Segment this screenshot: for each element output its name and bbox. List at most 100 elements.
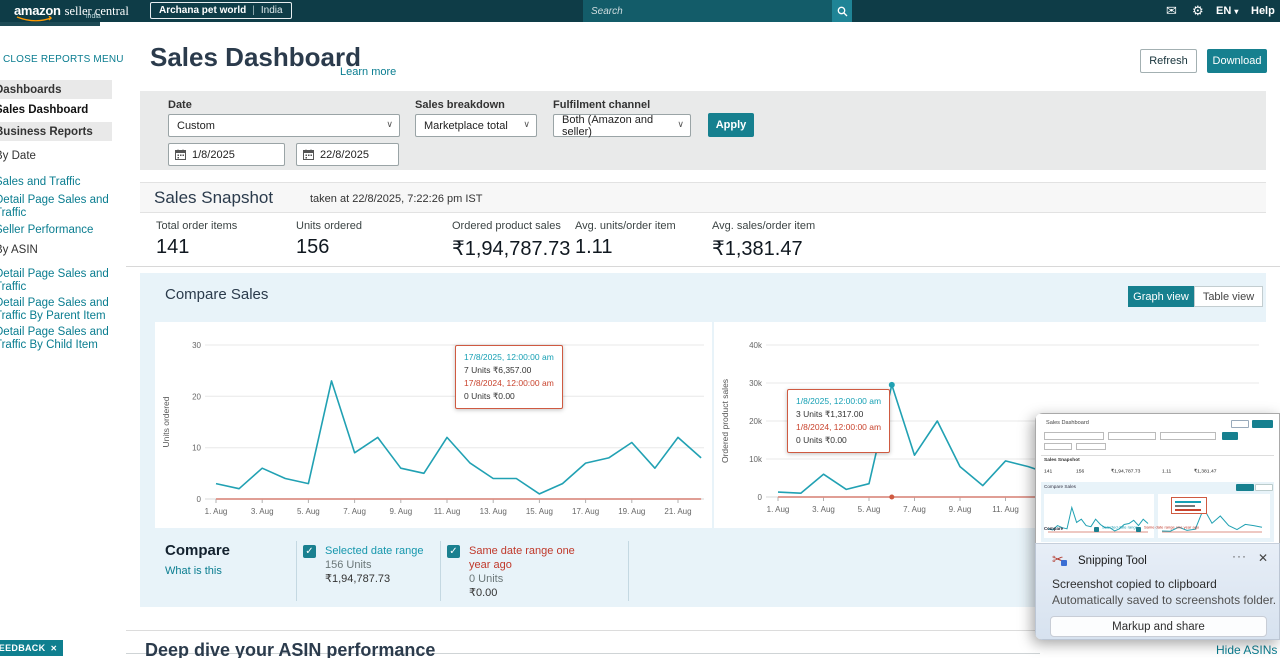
sales-breakdown-select[interactable]: Marketplace total ∨ — [415, 114, 537, 137]
date-from-value: 1/8/2025 — [192, 149, 235, 161]
x-tick-label: 17. Aug — [572, 507, 599, 516]
metric-value: ₹1,381.47 — [712, 236, 815, 261]
chart-tooltip: 17/8/2025, 12:00:00 am 7 Units ₹6,357.00… — [455, 345, 563, 409]
sidebar-item-detail-page-sales-traffic-asin[interactable]: Detail Page Sales and Traffic — [0, 268, 113, 294]
search-button[interactable] — [832, 0, 852, 22]
metric-label: Avg. sales/order item — [712, 220, 815, 232]
thumb-legend-item: Same date range one year ago — [1144, 525, 1199, 530]
date-range-select[interactable]: Custom ∨ — [168, 114, 400, 137]
thumb-chart-right — [1158, 494, 1270, 538]
date-from-input[interactable]: 1/8/2025 — [168, 143, 285, 166]
sales-breakdown-value: Marketplace total — [424, 120, 508, 132]
metric-value: 156 — [296, 236, 362, 259]
thumb-metric: 1.11 — [1162, 468, 1171, 474]
screenshot-thumbnail[interactable]: Sales Dashboard Sales Snapshot 141 156 ₹… — [1035, 413, 1280, 543]
x-tick-label: 11. Aug — [992, 505, 1019, 514]
section-divider — [126, 266, 1280, 267]
thumb-filter-select — [1160, 432, 1216, 440]
sidebar-section-dashboards: Dashboards — [0, 80, 112, 99]
notification-title: Screenshot copied to clipboard — [1052, 577, 1217, 591]
metric-value: 1.11 — [575, 236, 676, 259]
tooltip-value-current: 7 Units ₹6,357.00 — [464, 364, 554, 377]
sidebar-item-detail-page-parent-item[interactable]: Detail Page Sales and Traffic By Parent … — [0, 297, 113, 323]
settings-gear-icon[interactable]: ⚙ — [1192, 0, 1204, 22]
x-tick-label: 7. Aug — [903, 505, 926, 514]
y-tick-label: 0 — [197, 495, 202, 504]
refresh-button[interactable]: Refresh — [1140, 49, 1197, 73]
fulfilment-channel-select[interactable]: Both (Amazon and seller) ∨ — [553, 114, 691, 137]
compare-sales-title: Compare Sales — [165, 286, 268, 303]
sidebar-item-sales-dashboard[interactable]: Sales Dashboard — [0, 104, 113, 117]
download-button[interactable]: Download — [1207, 49, 1267, 73]
what-is-this-link[interactable]: What is this — [165, 565, 222, 577]
more-options-icon[interactable]: ··· — [1232, 549, 1247, 563]
snipping-tool-app-name: Snipping Tool — [1078, 555, 1147, 567]
tooltip-date-current: 17/8/2025, 12:00:00 am — [464, 351, 554, 364]
date-range-value: Custom — [177, 120, 215, 132]
section-header-label: Business Reports — [0, 126, 93, 138]
language-selector[interactable]: EN ▾ — [1216, 0, 1238, 22]
markup-and-share-button[interactable]: Markup and share — [1050, 616, 1267, 637]
thumb-download-button — [1252, 420, 1273, 428]
legend-selected-range-amount: ₹1,94,787.73 — [325, 572, 390, 586]
date-filter-label: Date — [168, 99, 192, 111]
x-tick-label: 1. Aug — [205, 507, 228, 516]
thumb-metric: ₹1,381.47 — [1194, 468, 1216, 474]
table-view-button[interactable]: Table view — [1194, 286, 1263, 307]
app-root: amazon seller central india Archana pet … — [0, 0, 1280, 658]
close-icon[interactable]: ✕ — [1258, 551, 1268, 565]
thumb-filter-select — [1108, 432, 1156, 440]
help-link[interactable]: Help — [1251, 0, 1275, 22]
mail-icon[interactable]: ✉ — [1166, 0, 1177, 22]
sidebar-item-detail-page-sales-traffic[interactable]: Detail Page Sales and Traffic — [0, 194, 113, 220]
sales-snapshot-header: Sales Snapshot taken at 22/8/2025, 7:22:… — [140, 182, 1266, 213]
x-tick-label: 3. Aug — [251, 507, 274, 516]
y-tick-label: 30 — [192, 341, 201, 350]
thumb-refresh-button — [1231, 420, 1249, 428]
reports-sidebar: CLOSE REPORTS MENU Dashboards Sales Dash… — [0, 26, 126, 658]
sales-snapshot-title: Sales Snapshot — [154, 188, 273, 208]
thumb-checkbox — [1136, 527, 1141, 532]
legend-previous-range-units: 0 Units — [469, 572, 503, 586]
metric-value: ₹1,94,787.73 — [452, 236, 570, 261]
sidebar-item-detail-page-child-item[interactable]: Detail Page Sales and Traffic By Child I… — [0, 326, 113, 352]
tooltip-value-current: 3 Units ₹1,317.00 — [796, 408, 881, 421]
sidebar-item-seller-performance[interactable]: Seller Performance — [0, 224, 113, 237]
close-icon[interactable]: ✕ — [50, 644, 57, 653]
section-header-label: Dashboards — [0, 84, 61, 96]
legend-selected-range-label: Selected date range — [325, 544, 423, 558]
amazon-seller-central-logo[interactable]: amazon seller central — [14, 3, 129, 19]
x-tick-label: 11. Aug — [434, 507, 461, 516]
search-input[interactable] — [583, 0, 832, 22]
apply-button[interactable]: Apply — [708, 113, 754, 137]
thumb-apply-button — [1222, 432, 1238, 440]
selected-range-checkbox[interactable]: ✓ — [303, 545, 316, 558]
chevron-down-icon: ∨ — [386, 119, 393, 130]
account-region: India — [261, 5, 283, 16]
previous-range-checkbox[interactable]: ✓ — [447, 545, 460, 558]
top-navigation-bar: amazon seller central india Archana pet … — [0, 0, 1280, 22]
close-reports-menu-button[interactable]: CLOSE REPORTS MENU — [3, 54, 124, 65]
y-axis-title: Ordered product sales — [720, 379, 730, 463]
x-tick-label: 19. Aug — [618, 507, 645, 516]
thumb-divider — [1041, 455, 1274, 456]
hide-asins-link[interactable]: Hide ASINs — [1216, 643, 1277, 657]
learn-more-link[interactable]: Learn more — [340, 66, 396, 78]
date-to-input[interactable]: 22/8/2025 — [296, 143, 399, 166]
graph-view-button[interactable]: Graph view — [1128, 286, 1194, 307]
y-tick-label: 0 — [758, 493, 763, 502]
account-switcher[interactable]: Archana pet world | India — [150, 2, 292, 19]
thumb-metric: ₹1,94,787.73 — [1111, 468, 1140, 474]
metric-units-ordered: Units ordered 156 — [296, 220, 362, 259]
snapshot-timestamp: taken at 22/8/2025, 7:22:26 pm IST — [310, 193, 482, 205]
fulfilment-channel-value: Both (Amazon and seller) — [562, 114, 672, 138]
sidebar-item-sales-and-traffic[interactable]: Sales and Traffic — [0, 176, 113, 189]
y-tick-label: 10k — [749, 455, 763, 464]
metric-label: Ordered product sales — [452, 220, 570, 232]
units-ordered-chart[interactable]: 01020301. Aug3. Aug5. Aug7. Aug9. Aug11.… — [155, 322, 712, 528]
sidebar-group-by-date: By Date — [0, 150, 113, 163]
x-tick-label: 13. Aug — [480, 507, 507, 516]
feedback-tab[interactable]: FEEDBACK ✕ — [0, 640, 63, 656]
x-tick-label: 7. Aug — [343, 507, 366, 516]
y-tick-label: 40k — [749, 341, 763, 350]
